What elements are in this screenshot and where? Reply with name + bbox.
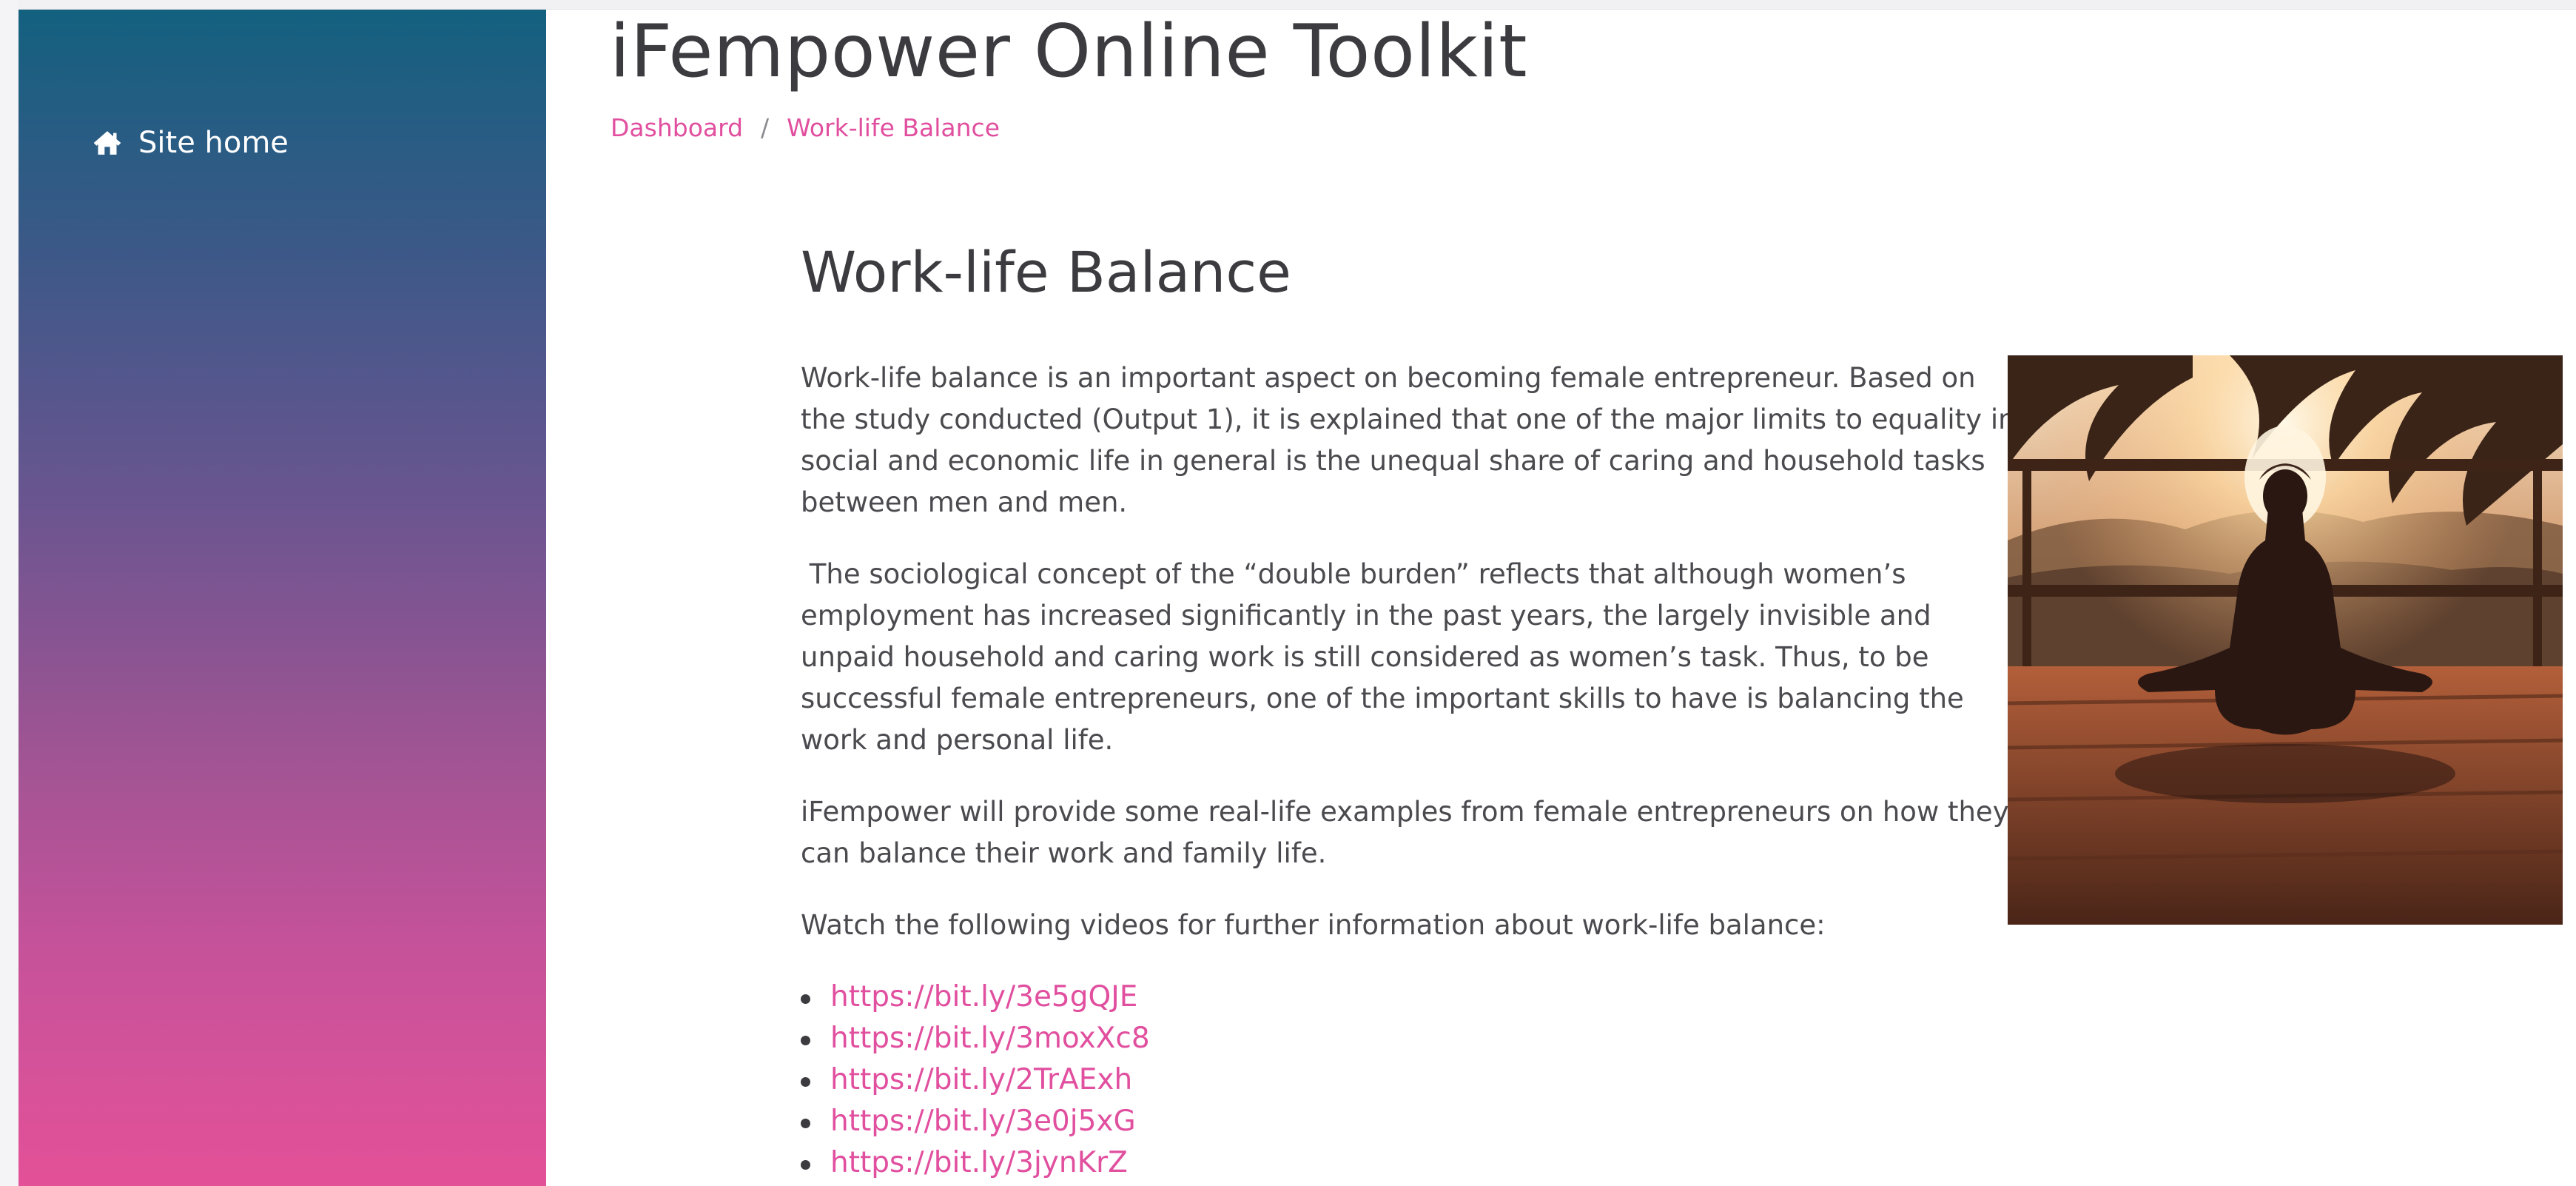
- list-item: https://bit.ly/3e0j5xG: [801, 1101, 2022, 1142]
- video-links-list: https://bit.ly/3e5gQJE https://bit.ly/3m…: [801, 976, 2022, 1184]
- article-body: Work-life balance is an important aspect…: [801, 358, 2022, 1184]
- list-item: https://bit.ly/3moxXc8: [801, 1018, 2022, 1059]
- meditation-image: [2008, 355, 2563, 925]
- top-bar: [0, 0, 2576, 10]
- video-link[interactable]: https://bit.ly/3moxXc8: [830, 1022, 1150, 1055]
- breadcrumb-separator: /: [761, 113, 770, 142]
- page-heading: Work-life Balance: [801, 239, 1291, 305]
- sidebar: Site home: [19, 10, 546, 1186]
- video-link[interactable]: https://bit.ly/3e0j5xG: [830, 1105, 1136, 1138]
- breadcrumb: Dashboard / Work-life Balance: [611, 113, 1000, 142]
- site-title: iFempower Online Toolkit: [610, 10, 1528, 94]
- list-item: https://bit.ly/3jynKrZ: [801, 1142, 2022, 1184]
- sidebar-item-label: Site home: [138, 126, 289, 160]
- video-link[interactable]: https://bit.ly/3e5gQJE: [830, 980, 1137, 1014]
- sidebar-item-site-home[interactable]: Site home: [93, 113, 289, 172]
- home-icon: [93, 128, 122, 158]
- left-gutter: [0, 0, 19, 1186]
- list-item: https://bit.ly/3e5gQJE: [801, 976, 2022, 1018]
- breadcrumb-dashboard-link[interactable]: Dashboard: [611, 113, 743, 142]
- breadcrumb-current-link[interactable]: Work-life Balance: [787, 113, 1000, 142]
- paragraph: Watch the following videos for further i…: [801, 909, 1826, 941]
- paragraph: The sociological concept of the “double …: [801, 558, 1973, 756]
- video-link[interactable]: https://bit.ly/3jynKrZ: [830, 1146, 1128, 1179]
- list-item: https://bit.ly/2TrAExh: [801, 1059, 2022, 1101]
- video-link[interactable]: https://bit.ly/2TrAExh: [830, 1063, 1132, 1096]
- paragraph: Work-life balance is an important aspect…: [801, 362, 2016, 518]
- paragraph: iFempower will provide some real-life ex…: [801, 796, 2009, 869]
